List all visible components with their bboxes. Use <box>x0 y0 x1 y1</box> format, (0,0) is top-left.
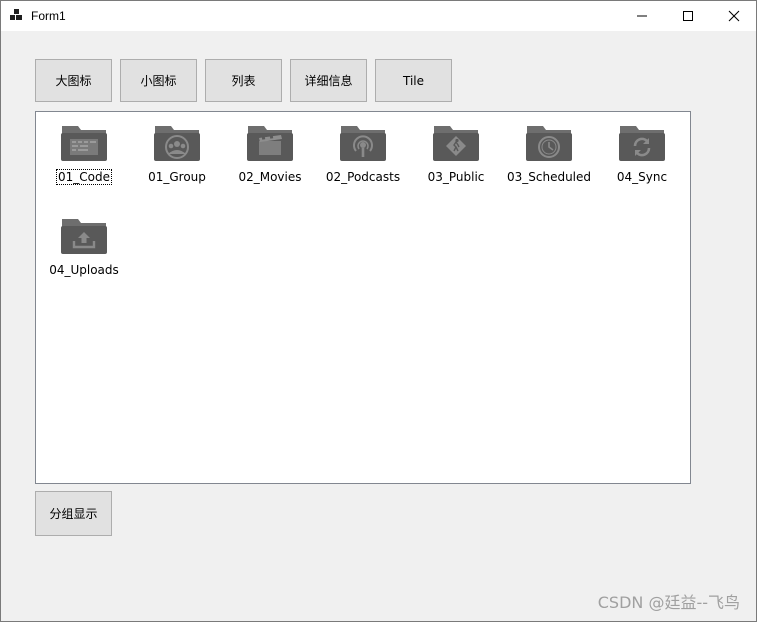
list-item[interactable]: 02_Movies <box>224 114 316 199</box>
title-bar[interactable]: Form1 <box>1 1 756 31</box>
scheduled-folder-icon <box>526 126 572 161</box>
uploads-folder-icon <box>61 219 107 254</box>
podcasts-folder-icon <box>340 126 386 161</box>
list-view-button[interactable]: 列表 <box>205 59 282 102</box>
group-folder-icon <box>154 126 200 161</box>
large-icon-button[interactable]: 大图标 <box>35 59 112 102</box>
small-icon-button[interactable]: 小图标 <box>120 59 197 102</box>
folder-list-view[interactable]: 01_Code 01_Group 02_Movies 02_Podcasts 0… <box>35 111 691 484</box>
item-label: 03_Public <box>427 170 485 184</box>
app-icon <box>10 9 23 22</box>
list-item[interactable]: 01_Code <box>38 114 130 199</box>
item-label: 01_Code <box>56 169 112 185</box>
maximize-button[interactable] <box>665 1 711 31</box>
close-button[interactable] <box>711 1 757 31</box>
list-item[interactable]: 02_Podcasts <box>317 114 409 199</box>
sync-folder-icon <box>619 126 665 161</box>
item-label: 02_Podcasts <box>325 170 401 184</box>
item-label: 04_Sync <box>616 170 668 184</box>
minimize-icon <box>637 15 647 17</box>
app-window: Form1 大图标 小图标 列表 详细信息 Tile 01_Code 01_Gr… <box>0 0 757 622</box>
details-view-button[interactable]: 详细信息 <box>290 59 367 102</box>
list-item[interactable]: 04_Uploads <box>38 207 130 292</box>
code-folder-icon <box>61 126 107 161</box>
public-folder-icon <box>433 126 479 161</box>
maximize-icon <box>683 11 693 21</box>
item-label: 04_Uploads <box>49 263 119 277</box>
close-icon <box>728 10 740 22</box>
movies-folder-icon <box>247 126 293 161</box>
list-item[interactable]: 01_Group <box>131 114 223 199</box>
watermark-text: CSDN @廷益--飞鸟 <box>597 593 740 612</box>
minimize-button[interactable] <box>619 1 665 31</box>
item-label: 02_Movies <box>238 170 302 184</box>
list-item[interactable]: 04_Sync <box>596 114 688 199</box>
list-item[interactable]: 03_Scheduled <box>503 114 595 199</box>
window-title: Form1 <box>31 9 66 23</box>
list-item[interactable]: 03_Public <box>410 114 502 199</box>
item-label: 03_Scheduled <box>506 170 592 184</box>
group-display-button[interactable]: 分组显示 <box>35 491 112 536</box>
item-label: 01_Group <box>148 170 206 184</box>
tile-view-button[interactable]: Tile <box>375 59 452 102</box>
